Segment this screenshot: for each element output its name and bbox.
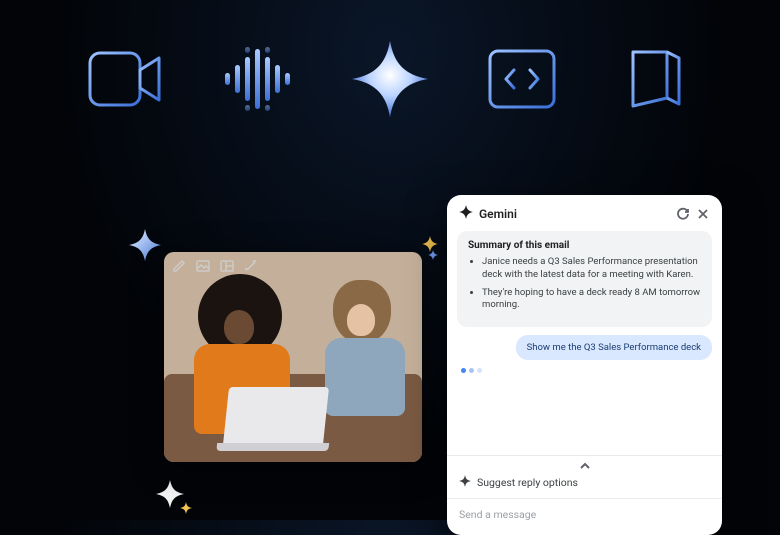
gemini-spark-icon <box>459 204 473 223</box>
suggest-reply-row[interactable]: Suggest reply options <box>447 456 722 498</box>
close-icon[interactable] <box>696 207 710 221</box>
image-icon[interactable] <box>196 258 210 272</box>
notebook-icon <box>614 39 694 119</box>
code-brackets-icon <box>482 39 562 119</box>
gemini-panel-title: Gemini <box>479 207 670 221</box>
summary-bullet: Janice needs a Q3 Sales Performance pres… <box>482 256 701 282</box>
gemini-spark-icon <box>459 475 471 490</box>
gemini-panel-header: Gemini <box>447 195 722 231</box>
lower-composition: Gemini Summary of this email Janice need… <box>0 190 780 520</box>
suggested-reply-chip[interactable]: Show me the Q3 Sales Performance deck <box>516 335 712 360</box>
summary-bullet: They're hoping to have a deck ready 8 AM… <box>482 287 701 313</box>
suggest-reply-label: Suggest reply options <box>477 476 578 489</box>
magic-wand-icon[interactable] <box>244 258 258 272</box>
pencil-icon[interactable] <box>172 258 186 272</box>
gemini-spark-icon <box>350 39 430 119</box>
gemini-panel: Gemini Summary of this email Janice need… <box>447 195 722 535</box>
audio-waveform-icon <box>218 39 298 119</box>
sparkle-icon <box>428 250 438 260</box>
meeting-photo <box>164 252 422 462</box>
top-icon-row <box>0 0 780 130</box>
message-input[interactable]: Send a message <box>459 508 710 521</box>
typing-indicator <box>457 368 712 373</box>
message-input-row[interactable]: Send a message <box>447 498 722 535</box>
summary-heading: Summary of this email <box>468 240 701 251</box>
sparkle-icon <box>128 228 162 262</box>
video-camera-icon <box>86 39 166 119</box>
summary-list: Janice needs a Q3 Sales Performance pres… <box>468 256 701 312</box>
refresh-icon[interactable] <box>676 207 690 221</box>
image-card <box>164 252 422 462</box>
chevron-up-icon <box>577 459 593 473</box>
sparkle-icon <box>180 502 192 514</box>
image-toolbar <box>172 258 258 272</box>
email-summary-card: Summary of this email Janice needs a Q3 … <box>457 231 712 327</box>
layout-icon[interactable] <box>220 258 234 272</box>
gemini-panel-body: Summary of this email Janice needs a Q3 … <box>447 231 722 451</box>
